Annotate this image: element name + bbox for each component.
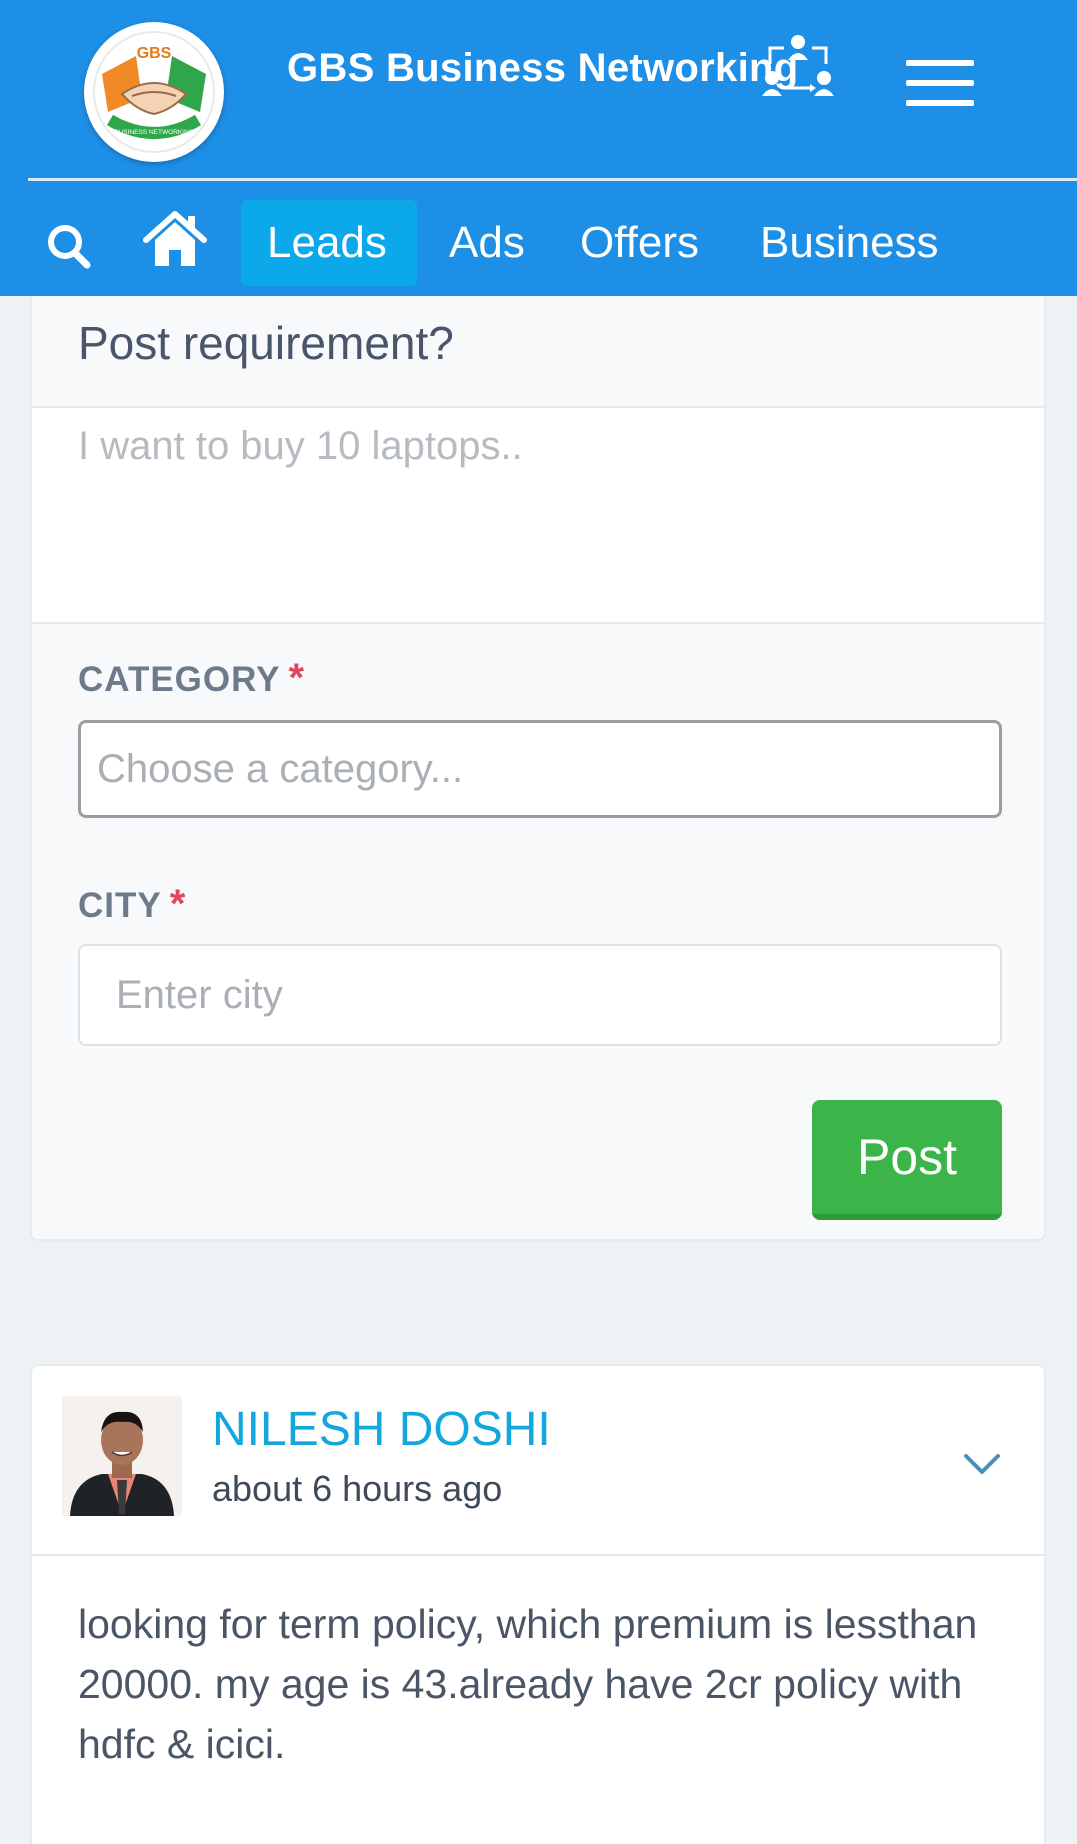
post-time: about 6 hours ago — [212, 1468, 503, 1509]
feed-post-card: NILESH DOSHI about 6 hours ago looking f… — [30, 1364, 1046, 1844]
tab-ads[interactable]: Ads — [449, 200, 525, 286]
handshake-logo-icon: GBS BUSINESS NETWORKING — [93, 31, 215, 153]
chevron-down-icon[interactable] — [962, 1450, 1002, 1478]
tab-business[interactable]: Business — [760, 200, 939, 286]
post-requirement-title: Post requirement? — [78, 317, 454, 369]
hamburger-menu-icon[interactable] — [906, 60, 974, 106]
search-icon[interactable] — [46, 222, 92, 270]
network-people-icon — [762, 35, 834, 96]
post-button[interactable]: Post — [812, 1100, 1002, 1220]
tab-leads[interactable]: Leads — [241, 200, 417, 286]
author-name[interactable]: NILESH DOSHI — [212, 1402, 551, 1457]
city-label: CITY * — [78, 882, 186, 927]
divider — [32, 1554, 1044, 1556]
category-label-text: CATEGORY — [78, 660, 281, 699]
main-nav: Leads Ads Offers Business — [0, 200, 1077, 286]
required-star: * — [169, 882, 187, 926]
home-icon[interactable] — [142, 210, 208, 268]
post-body: looking for term policy, which premium i… — [78, 1601, 978, 1767]
required-star: * — [288, 656, 306, 700]
avatar[interactable] — [62, 1396, 182, 1516]
category-label: CATEGORY * — [78, 656, 305, 701]
app-header: GBS BUSINESS NETWORKING GBS Business Net… — [0, 0, 1077, 296]
brand-title: GBS Business Networking — [287, 46, 799, 90]
tab-offers[interactable]: Offers — [580, 200, 699, 286]
user-photo — [62, 1396, 182, 1516]
divider — [32, 622, 1044, 624]
requirement-textarea[interactable] — [32, 408, 1044, 622]
category-select[interactable] — [78, 720, 1002, 818]
logo-text: GBS — [137, 45, 172, 62]
city-input[interactable] — [78, 944, 1002, 1046]
city-label-text: CITY — [78, 886, 162, 925]
header-divider — [28, 178, 1077, 181]
logo-ribbon-text: BUSINESS NETWORKING — [114, 129, 193, 136]
post-requirement-card: Post requirement? CATEGORY* CITY* Post — [30, 296, 1046, 1241]
gbs-logo[interactable]: GBS BUSINESS NETWORKING — [84, 22, 224, 162]
